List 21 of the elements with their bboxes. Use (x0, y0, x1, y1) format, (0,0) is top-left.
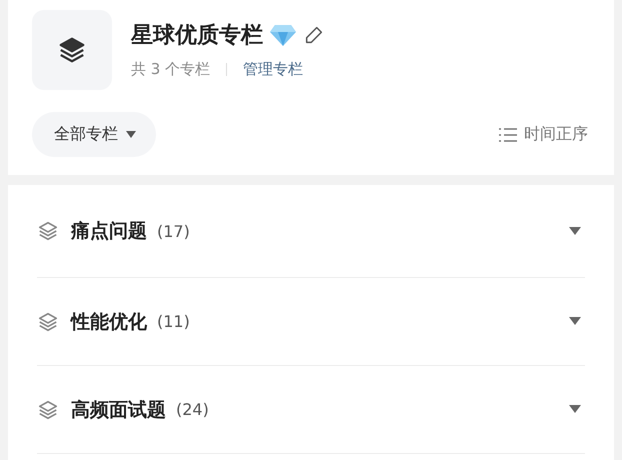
post-count: (11) (157, 312, 190, 331)
post-count: (17) (157, 222, 190, 240)
post-count: (24) (176, 400, 209, 419)
layers-icon (37, 398, 59, 420)
column-name[interactable]: 痛点问题 (71, 218, 147, 244)
caret-icon[interactable] (569, 226, 581, 236)
layers-icon (37, 310, 59, 332)
column-count: 共 3 个专栏 (131, 60, 210, 79)
sort-button[interactable]: 时间正序 (498, 124, 588, 145)
page-title: 星球优质专栏 (131, 22, 263, 50)
column-name[interactable]: 高频面试题 (71, 396, 166, 422)
caret-icon[interactable] (569, 405, 581, 414)
list-icon (498, 126, 518, 142)
caret-icon (126, 130, 136, 138)
filter-dropdown[interactable]: 全部专栏 (32, 112, 156, 157)
layers-icon (37, 220, 59, 242)
caret-icon[interactable] (569, 317, 581, 326)
column-name[interactable]: 性能优化 (71, 308, 147, 334)
manage-link[interactable]: 管理专栏 (243, 60, 304, 79)
edit-icon[interactable] (303, 24, 325, 46)
diamond-icon (269, 23, 297, 47)
